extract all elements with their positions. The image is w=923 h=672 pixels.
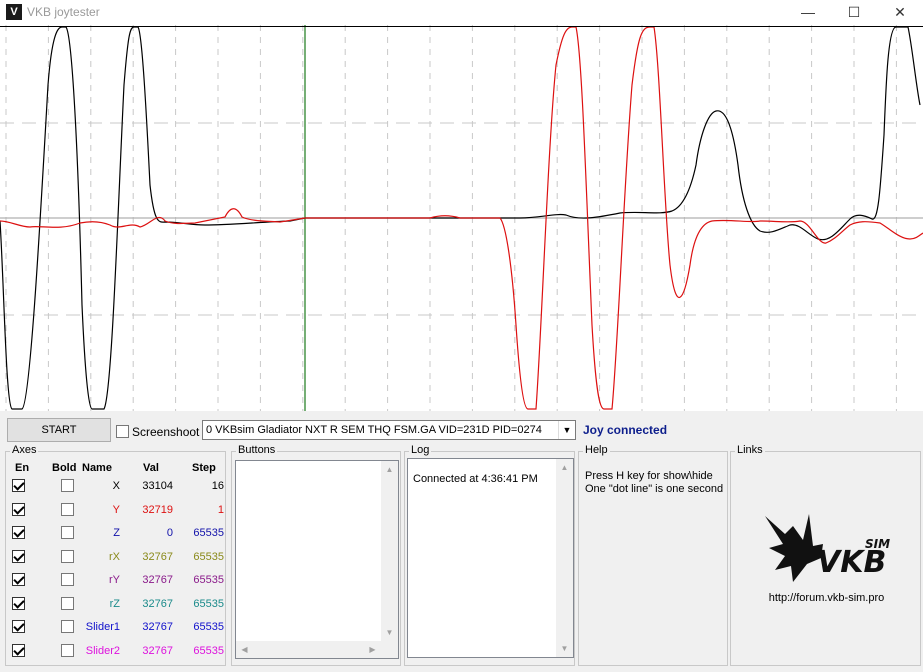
vkb-logo[interactable]: VKB SIM bbox=[763, 506, 893, 586]
scroll-left-icon[interactable]: ◀ bbox=[236, 645, 253, 654]
axis-step: 16 bbox=[211, 480, 224, 492]
axes-group: Axes En Bold Name Val Step X 33104 16 Y 3271… bbox=[5, 444, 226, 666]
axis-row: Z 0 65535 bbox=[6, 523, 226, 545]
axis-row: rZ 32767 65535 bbox=[6, 594, 226, 616]
window-title: VKB joytester bbox=[27, 5, 100, 19]
log-vertical-scrollbar[interactable]: ▲ ▼ bbox=[556, 459, 573, 657]
axis-value: 32767 bbox=[142, 550, 173, 563]
axes-header-val: Val bbox=[143, 462, 159, 474]
axis-name: Z bbox=[113, 527, 120, 539]
log-list[interactable]: Connected at 4:36:41 PM ▲ ▼ bbox=[407, 458, 574, 658]
start-button[interactable]: START bbox=[7, 418, 111, 442]
scroll-corner bbox=[381, 641, 398, 658]
axis-step: 65535 bbox=[193, 644, 224, 657]
axis-enable-checkbox[interactable] bbox=[12, 573, 25, 586]
minimize-button[interactable]: — bbox=[785, 0, 831, 25]
axes-header-step: Step bbox=[192, 462, 216, 474]
logo-subtext: SIM bbox=[865, 537, 890, 551]
axis-value: 0 bbox=[166, 527, 173, 539]
axis-name: rX bbox=[109, 550, 120, 563]
buttons-group-title: Buttons bbox=[236, 444, 278, 456]
scroll-down-icon[interactable]: ▼ bbox=[556, 644, 573, 653]
forum-link[interactable]: http://forum.vkb-sim.pro bbox=[731, 592, 922, 604]
axes-header-en: En bbox=[15, 462, 30, 474]
log-entry: Connected at 4:36:41 PM bbox=[413, 473, 538, 485]
axis-name: Y bbox=[112, 503, 120, 516]
plot-canvas bbox=[0, 25, 923, 411]
axis-value: 33104 bbox=[142, 480, 173, 492]
axis-step: 65535 bbox=[193, 527, 224, 539]
axis-name: rZ bbox=[109, 597, 120, 610]
buttons-horizontal-scrollbar[interactable]: ◀ ▶ bbox=[236, 641, 381, 658]
axis-value: 32767 bbox=[142, 574, 173, 586]
axis-step: 65535 bbox=[193, 597, 224, 610]
screenshot-label: Screenshoot bbox=[132, 425, 200, 439]
axis-row: X 33104 16 bbox=[6, 476, 226, 498]
axis-step: 65535 bbox=[193, 574, 224, 586]
axes-header-name: Name bbox=[82, 462, 112, 474]
help-line-2: One "dot line" is one second bbox=[585, 483, 724, 495]
scroll-up-icon[interactable]: ▲ bbox=[556, 463, 573, 472]
help-line-1: Press H key for show\hide bbox=[585, 470, 713, 482]
axis-name: X bbox=[112, 480, 120, 492]
scroll-right-icon[interactable]: ▶ bbox=[364, 645, 381, 654]
axis-step: 1 bbox=[217, 503, 224, 516]
axis-enable-checkbox[interactable] bbox=[12, 596, 25, 610]
axes-group-title: Axes bbox=[10, 444, 39, 456]
axis-enable-checkbox[interactable] bbox=[12, 643, 25, 657]
axis-enable-checkbox[interactable] bbox=[12, 479, 25, 492]
screenshot-checkbox[interactable] bbox=[116, 425, 129, 438]
buttons-vertical-scrollbar[interactable]: ▲ ▼ bbox=[381, 461, 398, 641]
axis-row: Slider1 32767 65535 bbox=[6, 617, 226, 639]
axis-value: 32767 bbox=[142, 644, 173, 657]
help-text: Press H key for show\hide One "dot line"… bbox=[585, 470, 723, 496]
axis-enable-checkbox[interactable] bbox=[12, 526, 25, 539]
links-group-title: Links bbox=[735, 444, 765, 456]
help-group-title: Help bbox=[583, 444, 610, 456]
scroll-up-icon[interactable]: ▲ bbox=[381, 465, 398, 474]
axis-row: Slider2 32767 65535 bbox=[6, 641, 226, 663]
buttons-list[interactable]: ▲ ▼ ◀ ▶ bbox=[235, 460, 399, 659]
axis-row: rY 32767 65535 bbox=[6, 570, 226, 592]
axis-name: rY bbox=[109, 574, 120, 586]
help-group: Help Press H key for show\hide One "dot … bbox=[578, 444, 728, 666]
control-bar: START Screenshoot 0 VKBsim Gladiator NXT… bbox=[0, 411, 923, 446]
axis-enable-checkbox[interactable] bbox=[12, 502, 25, 516]
app-icon: V bbox=[6, 4, 22, 20]
log-group: Log Connected at 4:36:41 PM ▲ ▼ bbox=[404, 444, 575, 666]
axis-enable-checkbox[interactable] bbox=[12, 549, 25, 563]
axis-value: 32767 bbox=[142, 621, 173, 633]
axis-enable-checkbox[interactable] bbox=[12, 620, 25, 633]
axis-row: rX 32767 65535 bbox=[6, 547, 226, 569]
axis-row: Y 32719 1 bbox=[6, 500, 226, 522]
connection-status: Joy connected bbox=[583, 423, 668, 437]
device-select[interactable]: 0 VKBsim Gladiator NXT R SEM THQ FSM.GA … bbox=[202, 420, 576, 440]
axis-name: Slider2 bbox=[85, 644, 120, 657]
log-group-title: Log bbox=[409, 444, 432, 456]
axes-header-bold: Bold bbox=[52, 462, 77, 474]
axis-step: 65535 bbox=[193, 621, 224, 633]
axis-plot bbox=[0, 25, 923, 411]
device-select-value: 0 VKBsim Gladiator NXT R SEM THQ FSM.GA … bbox=[206, 424, 542, 436]
links-group: Links VKB SIM http://forum.vkb-sim.pro bbox=[730, 444, 922, 666]
buttons-group: Buttons ▲ ▼ ◀ ▶ bbox=[231, 444, 401, 666]
axis-value: 32767 bbox=[142, 597, 173, 610]
close-button[interactable]: ✕ bbox=[877, 0, 923, 25]
scroll-down-icon[interactable]: ▼ bbox=[381, 628, 398, 637]
bird-icon bbox=[765, 514, 823, 582]
axis-step: 65535 bbox=[193, 550, 224, 563]
chevron-down-icon[interactable]: ▼ bbox=[558, 421, 575, 439]
axis-name: Slider1 bbox=[85, 621, 120, 633]
axis-value: 32719 bbox=[142, 503, 173, 516]
title-bar: V VKB joytester — ☐ ✕ bbox=[0, 0, 923, 25]
maximize-button[interactable]: ☐ bbox=[831, 0, 877, 25]
